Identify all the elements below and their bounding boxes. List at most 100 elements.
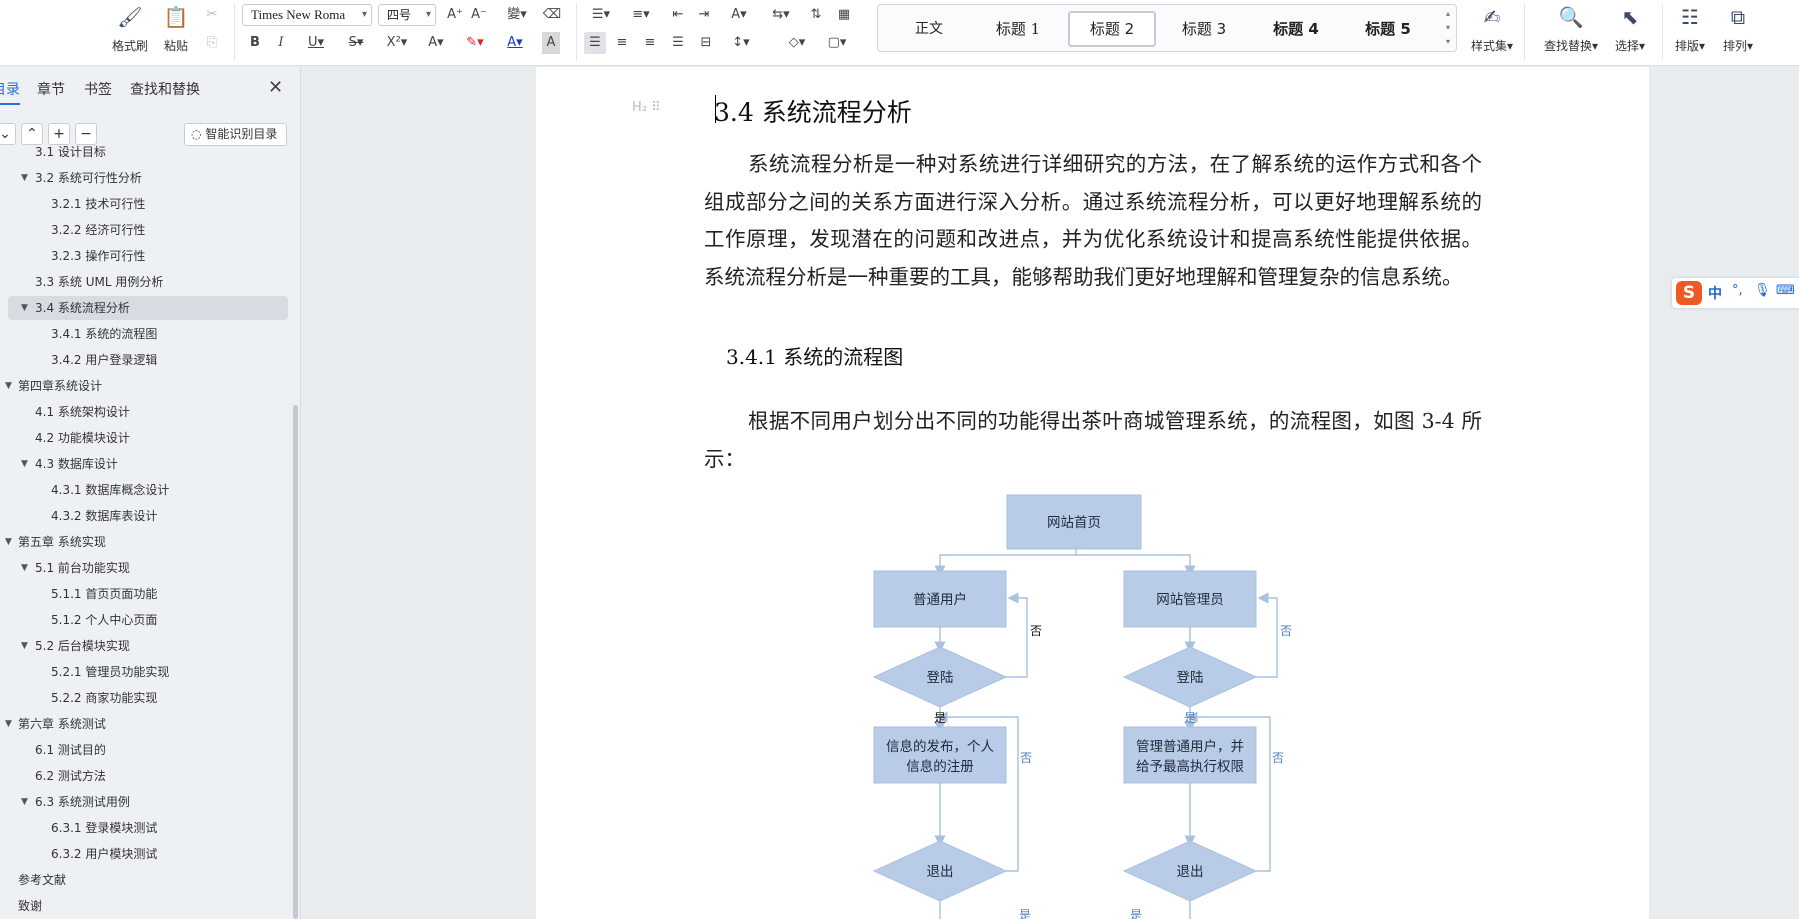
toc-item[interactable]: 3.2.2 经济可行性 — [0, 218, 288, 242]
toc-item[interactable]: ▼ 6.3 系统测试用例 — [0, 790, 288, 814]
expand-triangle-icon[interactable]: ▼ — [21, 634, 28, 658]
toc-item[interactable]: 4.3.1 数据库概念设计 — [0, 478, 288, 502]
paste-button[interactable]: 📋 粘贴 — [154, 4, 198, 54]
style-heading-1[interactable]: 标题 1 — [978, 11, 1058, 47]
toc-item[interactable]: ▼ 3.2 系统可行性分析 — [0, 166, 288, 190]
line-spacing-icon[interactable]: ↕▾ — [724, 32, 758, 54]
highlight-icon[interactable]: ✎▾ — [460, 32, 490, 54]
toc-item[interactable]: 5.1.1 首页页面功能 — [0, 582, 288, 606]
decrease-indent-icon[interactable]: ⇤ — [668, 4, 688, 26]
ribbon-divider — [1524, 4, 1525, 60]
font-color-icon[interactable]: A▾ — [500, 32, 530, 54]
ime-language-toggle[interactable]: 中 — [1708, 283, 1722, 303]
toc-item[interactable]: ▼ 第六章 系统测试 — [0, 712, 288, 736]
align-center-icon[interactable]: ≡ — [612, 32, 632, 54]
expand-triangle-icon[interactable]: ▼ — [21, 452, 28, 476]
clear-format-icon[interactable]: ⌫ — [542, 4, 562, 26]
cut-icon[interactable]: ✂ — [202, 4, 222, 26]
toc-item[interactable]: 3.1 设计目标 — [0, 140, 288, 164]
toc-item[interactable]: 4.3.2 数据库表设计 — [0, 504, 288, 528]
toc-item[interactable]: 6.3.2 用户模块测试 — [0, 842, 288, 866]
underline-icon[interactable]: U▾ — [302, 32, 330, 54]
arrange-button[interactable]: ⧉ 排列▾ — [1716, 4, 1760, 54]
border-icon[interactable]: ▢▾ — [822, 32, 852, 54]
toc-item[interactable]: 4.2 功能模块设计 — [0, 426, 288, 450]
toc-item[interactable]: 5.2.1 管理员功能实现 — [0, 660, 288, 684]
justify-icon[interactable]: ☰ — [668, 32, 688, 54]
toc-item[interactable]: ▼ 4.3 数据库设计 — [0, 452, 288, 476]
tab-chapters[interactable]: 章节 — [37, 79, 65, 99]
toc-item[interactable]: 3.2.1 技术可行性 — [0, 192, 288, 216]
toc-item[interactable]: ▼ 5.1 前台功能实现 — [0, 556, 288, 580]
toc-item[interactable]: ▼ 5.2 后台模块实现 — [0, 634, 288, 658]
char-shading-icon[interactable]: A — [542, 32, 560, 54]
expand-triangle-icon[interactable]: ▼ — [5, 374, 12, 398]
italic-icon[interactable]: I — [274, 32, 288, 54]
ime-toolbar[interactable]: S 中 °, 🎙 ⌨ — [1672, 278, 1799, 308]
toc-item[interactable]: 致谢 — [0, 894, 288, 918]
format-painter-button[interactable]: 🖌 格式刷 — [108, 4, 152, 54]
style-heading-4[interactable]: 标题 4 — [1256, 11, 1336, 47]
toc-item[interactable]: 3.4.2 用户登录逻辑 — [0, 348, 288, 372]
increase-indent-icon[interactable]: ⇥ — [694, 4, 714, 26]
bold-icon[interactable]: B — [248, 32, 262, 54]
toc-item[interactable]: 4.1 系统架构设计 — [0, 400, 288, 424]
tab-bookmarks[interactable]: 书签 — [84, 79, 112, 99]
sort-icon[interactable]: ⇆▾ — [766, 4, 796, 26]
toc-item[interactable]: 6.2 测试方法 — [0, 764, 288, 788]
strikethrough-icon[interactable]: S▾ — [342, 32, 370, 54]
table-grid-icon[interactable]: ▦ — [834, 4, 854, 26]
toc-item[interactable]: 6.1 测试目的 — [0, 738, 288, 762]
layout-button[interactable]: ☷ 排版▾ — [1668, 4, 1712, 54]
close-icon[interactable]: ✕ — [268, 77, 283, 98]
tab-find-replace[interactable]: 查找和替换 — [130, 79, 200, 99]
expand-triangle-icon[interactable]: ▼ — [5, 712, 12, 736]
align-left-icon[interactable]: ☰ — [584, 32, 606, 54]
style-normal[interactable]: 正文 — [894, 11, 964, 47]
select-button[interactable]: ⬉ 选择▾ — [1608, 4, 1652, 54]
style-set-button[interactable]: ✍ 样式集▾ — [1468, 4, 1516, 54]
toc-item[interactable]: ▼ 第五章 系统实现 — [0, 530, 288, 554]
shading-icon[interactable]: ◇▾ — [782, 32, 812, 54]
sort-az-icon[interactable]: ⇅ — [806, 4, 826, 26]
phonetic-icon[interactable]: 變▾ — [502, 4, 532, 26]
font-name-select[interactable]: Times New Roma ▾ — [242, 4, 372, 26]
bullet-list-icon[interactable]: ☰▾ — [586, 4, 616, 26]
document-page[interactable]: H₂ ⠿ 3.4 系统流程分析 系统流程分析是一种对系统进行详细研究的方法，在了… — [536, 67, 1649, 919]
tab-toc[interactable]: 目录 — [0, 79, 20, 105]
toc-item[interactable]: 5.2.2 商家功能实现 — [0, 686, 288, 710]
toc-item[interactable]: 6.3.1 登录模块测试 — [0, 816, 288, 840]
style-heading-3[interactable]: 标题 3 — [1164, 11, 1244, 47]
find-replace-button[interactable]: 🔍 查找替换▾ — [1540, 4, 1602, 54]
keyboard-icon[interactable]: ⌨ — [1776, 283, 1795, 298]
align-right-icon[interactable]: ≡ — [640, 32, 660, 54]
expand-triangle-icon[interactable]: ▼ — [21, 296, 28, 320]
toc-item[interactable]: ▼ 第四章系统设计 — [0, 374, 288, 398]
toc-item[interactable]: 3.4.1 系统的流程图 — [0, 322, 288, 346]
toc-item[interactable]: ▼ 3.4 系统流程分析 — [8, 296, 288, 320]
toc-item[interactable]: 3.3 系统 UML 用例分析 — [0, 270, 288, 294]
style-heading-5[interactable]: 标题 5 — [1346, 11, 1430, 47]
toc-item[interactable]: 参考文献 — [0, 868, 288, 892]
distributed-icon[interactable]: ⊟ — [696, 32, 716, 54]
shrink-font-icon[interactable]: A⁻ — [470, 4, 488, 26]
grow-font-icon[interactable]: A⁺ — [446, 4, 464, 26]
punctuation-icon[interactable]: °, — [1732, 283, 1743, 298]
numbered-list-icon[interactable]: ≡▾ — [626, 4, 656, 26]
copy-icon[interactable]: ⎘ — [202, 32, 222, 54]
microphone-icon[interactable]: 🎙 — [1754, 283, 1771, 298]
superscript-icon[interactable]: X²▾ — [382, 32, 412, 54]
expand-triangle-icon[interactable]: ▼ — [21, 790, 28, 814]
font-size-select[interactable]: 四号 ▾ — [378, 4, 436, 26]
expand-triangle-icon[interactable]: ▼ — [21, 556, 28, 580]
text-effect-icon[interactable]: A▾ — [422, 32, 450, 54]
toc-scrollbar[interactable] — [293, 405, 298, 919]
ribbon-divider — [234, 4, 235, 60]
styles-scroll-icon[interactable]: ▴ ▾ ▾ — [1442, 7, 1454, 49]
toc-item[interactable]: 3.2.3 操作可行性 — [0, 244, 288, 268]
style-heading-2[interactable]: 标题 2 — [1068, 11, 1156, 47]
toc-item[interactable]: 5.1.2 个人中心页面 — [0, 608, 288, 632]
expand-triangle-icon[interactable]: ▼ — [5, 530, 12, 554]
text-direction-icon[interactable]: A▾ — [724, 4, 754, 26]
expand-triangle-icon[interactable]: ▼ — [21, 166, 28, 190]
